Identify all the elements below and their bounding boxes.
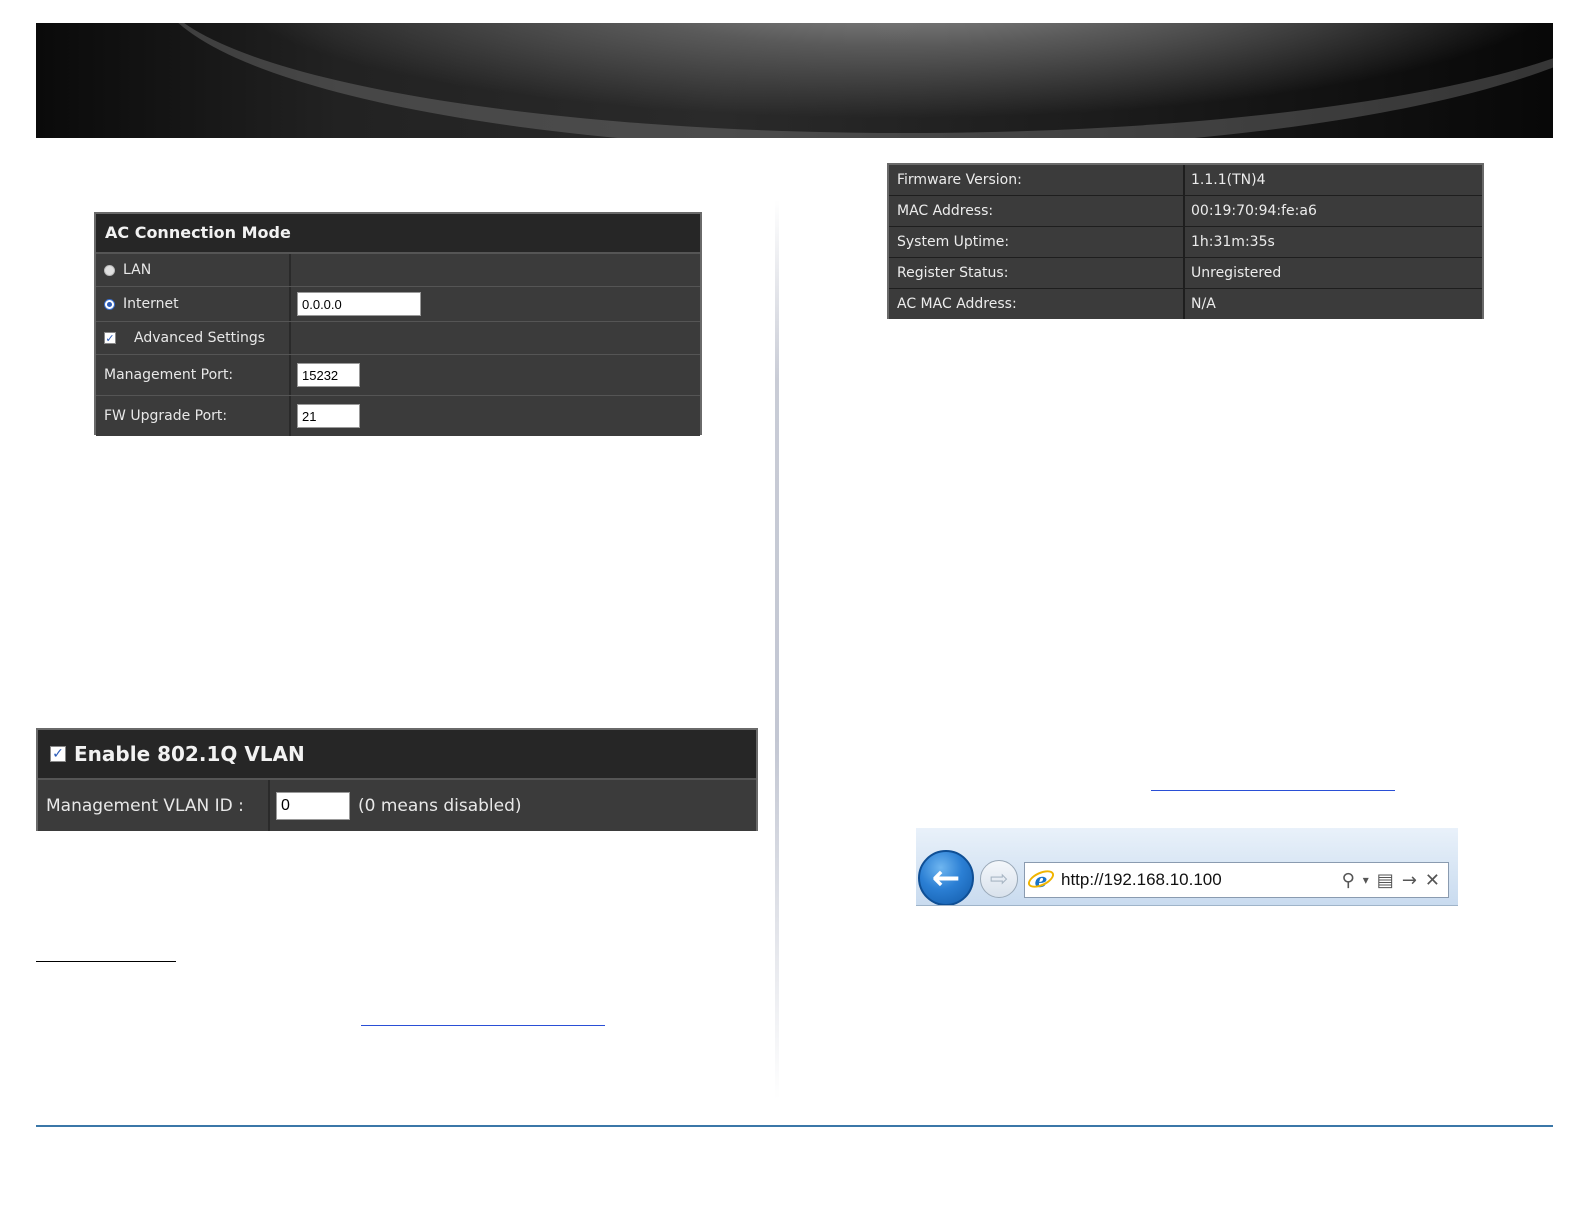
forward-button[interactable]: ⇨: [980, 860, 1018, 898]
compatibility-view-icon[interactable]: ▤: [1377, 870, 1394, 891]
address-bar[interactable]: e http://192.168.10.100 ⚲ ▾ ▤ → ✕: [1024, 862, 1449, 898]
mac-address-label: MAC Address:: [889, 196, 1185, 226]
ac-connection-title: AC Connection Mode: [96, 214, 700, 253]
enable-vlan-label: Enable 802.1Q VLAN: [74, 742, 305, 766]
table-row: System Uptime: 1h:31m:35s: [889, 227, 1482, 258]
back-button[interactable]: ←: [918, 850, 974, 905]
vlan-hint: (0 means disabled): [358, 795, 522, 816]
system-uptime-value: 1h:31m:35s: [1185, 227, 1482, 257]
firmware-version-label: Firmware Version:: [889, 165, 1185, 195]
vlan-panel: ✓ Enable 802.1Q VLAN Management VLAN ID …: [36, 728, 758, 831]
management-vlan-id-input[interactable]: 0: [276, 791, 350, 820]
register-status-label: Register Status:: [889, 258, 1185, 288]
lan-option[interactable]: LAN: [96, 254, 291, 286]
mac-address-value: 00:19:70:94:fe:a6: [1185, 196, 1482, 226]
heading-underline: [36, 961, 176, 962]
header-banner: [36, 23, 1553, 138]
ac-mac-address-label: AC MAC Address:: [889, 289, 1185, 319]
advanced-settings-label: Advanced Settings: [134, 330, 266, 346]
advanced-settings-checkbox[interactable]: ✓: [104, 332, 116, 344]
url-text: http://192.168.10.100: [1061, 870, 1222, 889]
firmware-version-value: 1.1.1(TN)4: [1185, 165, 1482, 195]
table-row: Firmware Version: 1.1.1(TN)4: [889, 165, 1482, 196]
ac-connection-panel: AC Connection Mode LAN Internet 0.0.0.0 …: [94, 212, 702, 436]
internet-label: Internet: [123, 296, 179, 312]
internet-option[interactable]: Internet: [96, 287, 291, 321]
advanced-settings-option[interactable]: ✓ Advanced Settings: [96, 322, 291, 354]
lan-label: LAN: [123, 262, 152, 278]
footer-divider: [36, 1125, 1553, 1127]
search-icon[interactable]: ⚲: [1342, 870, 1355, 891]
internet-address-input[interactable]: 0.0.0.0: [297, 292, 421, 316]
management-port-label: Management Port:: [96, 355, 291, 395]
table-row: MAC Address: 00:19:70:94:fe:a6: [889, 196, 1482, 227]
browser-toolbar: ← ⇨ e http://192.168.10.100 ⚲ ▾ ▤ → ✕: [916, 828, 1458, 906]
column-divider: [775, 200, 779, 1100]
lan-radio[interactable]: [104, 264, 115, 276]
stop-icon[interactable]: ✕: [1425, 870, 1440, 891]
vlan-header: ✓ Enable 802.1Q VLAN: [38, 730, 756, 779]
management-vlan-id-label: Management VLAN ID :: [38, 780, 270, 831]
register-status-value: Unregistered: [1185, 258, 1482, 288]
management-port-input[interactable]: 15232: [297, 363, 360, 387]
link-underline[interactable]: [1151, 790, 1395, 791]
back-arrow-icon: ←: [931, 858, 961, 898]
fw-upgrade-port-input[interactable]: 21: [297, 404, 360, 428]
ie-logo-icon: e: [1029, 868, 1053, 892]
table-row: AC MAC Address: N/A: [889, 289, 1482, 319]
system-uptime-label: System Uptime:: [889, 227, 1185, 257]
go-arrow-icon[interactable]: →: [1402, 870, 1417, 891]
table-row: Register Status: Unregistered: [889, 258, 1482, 289]
internet-radio[interactable]: [104, 298, 115, 310]
link-underline[interactable]: [361, 1025, 605, 1026]
forward-arrow-icon: ⇨: [989, 866, 1009, 892]
ac-mac-address-value: N/A: [1185, 289, 1482, 319]
enable-vlan-checkbox[interactable]: ✓: [50, 746, 66, 762]
device-info-table: Firmware Version: 1.1.1(TN)4 MAC Address…: [887, 163, 1484, 319]
fw-upgrade-port-label: FW Upgrade Port:: [96, 396, 291, 436]
dropdown-icon[interactable]: ▾: [1363, 873, 1369, 887]
